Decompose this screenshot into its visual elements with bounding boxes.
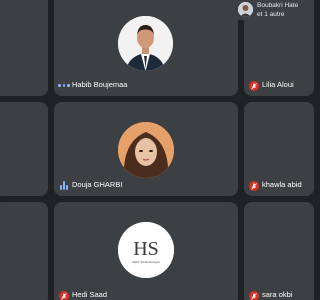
- speaking-indicator-icon: [58, 84, 70, 87]
- hedi-saad-logo: HS HEDI SAAD Designs: [118, 222, 174, 278]
- participant-tile-douja[interactable]: Douja GHARBI: [54, 102, 238, 196]
- logo-monogram: HS: [133, 238, 159, 260]
- logo-subtitle: HEDI SAAD Designs: [132, 260, 160, 264]
- mic-off-icon: [249, 181, 259, 191]
- participant-tile-empty: [0, 102, 48, 196]
- mic-off-icon: [249, 81, 259, 91]
- participant-grid: Habib Boujemaa Lilia Aloui Douja GHARBI: [0, 0, 314, 300]
- participant-name: Douja GHARBI: [72, 180, 123, 189]
- participant-name: Lilia Aloui: [262, 80, 294, 89]
- participant-avatar: [118, 16, 173, 71]
- avatar: [238, 2, 253, 17]
- notification-subtitle: et 1 autre: [257, 11, 285, 18]
- participant-name: Habib Boujemaa: [72, 80, 128, 89]
- join-notification[interactable]: Boubakri Hate et 1 autre: [234, 0, 300, 20]
- participant-tile-hedi[interactable]: HS HEDI SAAD Designs Hedi Saad: [54, 202, 238, 300]
- notification-title: Boubakri Hate: [257, 2, 299, 9]
- participant-tile-khawla[interactable]: khawla abid: [244, 102, 314, 196]
- mic-off-icon: [59, 291, 69, 300]
- participant-avatar: HS HEDI SAAD Designs: [118, 222, 174, 278]
- participant-name: khawla abid: [262, 180, 302, 189]
- participant-name: Hedi Saad: [72, 290, 108, 299]
- participant-tile-empty: [0, 202, 48, 300]
- participant-avatar: [118, 122, 174, 178]
- participant-name: sara okbi: [262, 290, 293, 299]
- participant-tile-sara[interactable]: sara okbi: [244, 202, 314, 300]
- participant-tile-empty: [0, 0, 48, 96]
- mic-off-icon: [249, 291, 259, 300]
- speaking-indicator-icon: [60, 181, 68, 190]
- participant-tile-habib[interactable]: Habib Boujemaa: [54, 0, 238, 96]
